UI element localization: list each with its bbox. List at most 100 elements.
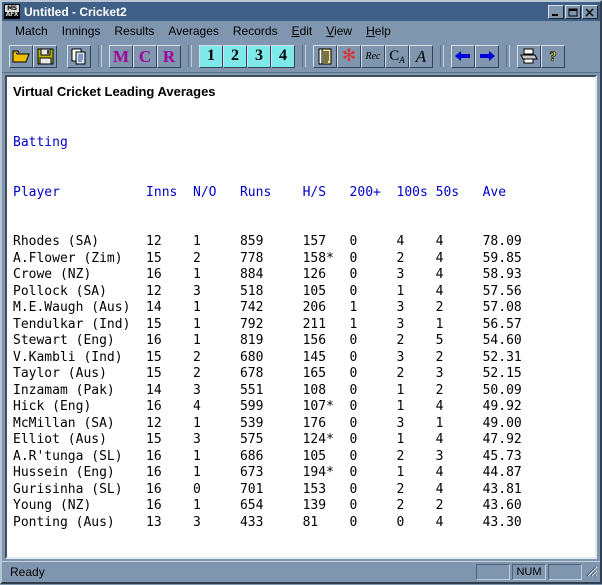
report-row: Stewart (Eng) 16 1 819 156 0 2 5 54.60: [13, 333, 595, 350]
c-subscript-a-sub: A: [399, 55, 405, 65]
report-column-headers: Player Inns N/O Runs H/S 200+ 100s 50s A…: [13, 185, 595, 202]
status-bar: Ready NUM: [2, 561, 600, 582]
innings-4-button[interactable]: 4: [271, 45, 295, 68]
toolbar: M C R 1 2 3 4 ✻: [2, 40, 600, 73]
report-heading: Virtual Cricket Leading Averages: [7, 77, 595, 102]
report-row: Young (NZ) 16 1 654 139 0 2 2 43.60: [13, 498, 595, 515]
menu-label-help: Help: [366, 24, 391, 38]
arrow-right-icon: [478, 49, 496, 63]
toolbar-separator-3: [302, 45, 306, 67]
highlights-button[interactable]: ✻: [337, 45, 361, 68]
italic-a-icon: A: [416, 48, 426, 65]
menu-item-edit[interactable]: Edit: [285, 23, 320, 39]
print-button[interactable]: [517, 45, 541, 68]
letter-m-icon: M: [113, 48, 129, 65]
menu-label-results: Results: [114, 24, 154, 38]
forward-button[interactable]: [475, 45, 499, 68]
menu-label-records: Records: [233, 24, 278, 38]
toolbar-separator-5: [506, 45, 510, 67]
rec-label-icon: Rec: [366, 51, 381, 62]
menu-item-averages[interactable]: Averages: [161, 23, 225, 39]
menu-label-view: View: [326, 24, 352, 38]
scorebook-button[interactable]: [313, 45, 337, 68]
report-row: A.R'tunga (SL) 16 1 686 105 0 2 3 45.73: [13, 449, 595, 466]
c-subscript-a-icon: CA: [389, 48, 405, 65]
application-window: MS AFX Untitled - Cricket2 Match Innings…: [0, 0, 602, 584]
number-1-icon: 1: [200, 46, 222, 67]
averages-report: Batting Player Inns N/O Runs H/S 200+ 10…: [7, 102, 595, 559]
status-pane-right: [548, 564, 582, 580]
folder-open-icon: [12, 48, 30, 64]
arrow-left-icon: [454, 49, 472, 63]
menu-label-innings: Innings: [62, 24, 101, 38]
report-row: Crowe (NZ) 16 1 884 126 0 3 4 58.93: [13, 267, 595, 284]
letter-c-icon: C: [139, 48, 151, 65]
report-row: Elliot (Aus) 15 3 575 124* 0 1 4 47.92: [13, 432, 595, 449]
report-row: Ponting (Aus) 13 3 433 81 0 0 4 43.30: [13, 515, 595, 532]
minimize-button[interactable]: [548, 5, 564, 19]
report-section-label: Batting: [13, 135, 595, 152]
printer-icon: [520, 48, 538, 64]
report-row: Hussein (Eng) 16 1 673 194* 0 1 4 44.87: [13, 465, 595, 482]
menu-item-records[interactable]: Records: [226, 23, 285, 39]
report-row: M.E.Waugh (Aus) 14 1 742 206 1 3 2 57.08: [13, 300, 595, 317]
records-button[interactable]: Rec: [361, 45, 385, 68]
number-4-icon: 4: [272, 46, 294, 67]
question-mark-icon: ?: [546, 48, 560, 64]
results-button[interactable]: R: [157, 45, 181, 68]
help-button[interactable]: ?: [541, 45, 565, 68]
menu-item-results[interactable]: Results: [107, 23, 161, 39]
report-row: McMillan (SA) 12 1 539 176 0 3 1 49.00: [13, 416, 595, 433]
status-pane-num: NUM: [512, 564, 546, 580]
menu-label-edit: Edit: [292, 24, 313, 38]
maximize-icon: [568, 8, 578, 17]
report-row: V.Kambli (Ind) 15 2 680 145 0 3 2 52.31: [13, 350, 595, 367]
copy-pages-icon: [71, 48, 88, 65]
menu-item-match[interactable]: Match: [8, 23, 55, 39]
match-button[interactable]: M: [109, 45, 133, 68]
notepad-icon: [318, 48, 332, 65]
save-button[interactable]: [33, 45, 57, 68]
report-row: Tendulkar (Ind) 15 1 792 211 1 3 1 56.57: [13, 317, 595, 334]
back-button[interactable]: [451, 45, 475, 68]
svg-text:?: ?: [549, 49, 557, 64]
report-row: A.Flower (Zim) 15 2 778 158* 0 2 4 59.85: [13, 251, 595, 268]
floppy-disk-icon: [37, 48, 54, 65]
minimize-icon: [551, 8, 561, 17]
resize-grip-icon: [584, 564, 598, 580]
report-row: Rhodes (SA) 12 1 859 157 0 4 4 78.09: [13, 234, 595, 251]
title-bar[interactable]: MS AFX Untitled - Cricket2: [2, 2, 600, 21]
menu-bar: Match Innings Results Averages Records E…: [2, 21, 600, 40]
menu-item-view[interactable]: View: [319, 23, 359, 39]
innings-1-button[interactable]: 1: [199, 45, 223, 68]
menu-label-match: Match: [15, 24, 48, 38]
report-row: Gurisinha (SL) 16 0 701 153 0 2 4 43.81: [13, 482, 595, 499]
toolbar-separator-2: [188, 45, 192, 67]
resize-grip[interactable]: [584, 564, 598, 580]
number-3-icon: 3: [248, 46, 270, 67]
innings-2-button[interactable]: 2: [223, 45, 247, 68]
mfc-app-icon[interactable]: MS AFX: [4, 4, 20, 19]
report-rows: Rhodes (SA) 12 1 859 157 0 4 4 78.09A.Fl…: [13, 234, 595, 531]
document-view[interactable]: Virtual Cricket Leading Averages Batting…: [5, 75, 597, 559]
text-button[interactable]: A: [409, 45, 433, 68]
report-row: Inzamam (Pak) 14 3 551 108 0 1 2 50.09: [13, 383, 595, 400]
open-button[interactable]: [9, 45, 33, 68]
number-2-icon: 2: [224, 46, 246, 67]
copy-button[interactable]: [67, 45, 91, 68]
menu-label-averages: Averages: [168, 24, 218, 38]
innings-3-button[interactable]: 3: [247, 45, 271, 68]
maximize-button[interactable]: [565, 5, 581, 19]
letter-r-icon: R: [163, 48, 175, 65]
status-message: Ready: [4, 565, 474, 579]
menu-item-help[interactable]: Help: [359, 23, 398, 39]
close-button[interactable]: [582, 5, 598, 19]
menu-item-innings[interactable]: Innings: [55, 23, 108, 39]
report-row: Hick (Eng) 16 4 599 107* 0 1 4 49.92: [13, 399, 595, 416]
card-button[interactable]: C: [133, 45, 157, 68]
asterisk-icon: ✻: [342, 48, 356, 65]
averages-button[interactable]: CA: [385, 45, 409, 68]
app-icon-line2: AFX: [5, 12, 19, 18]
toolbar-separator-1: [98, 45, 102, 67]
report-row: Taylor (Aus) 15 2 678 165 0 2 3 52.15: [13, 366, 595, 383]
